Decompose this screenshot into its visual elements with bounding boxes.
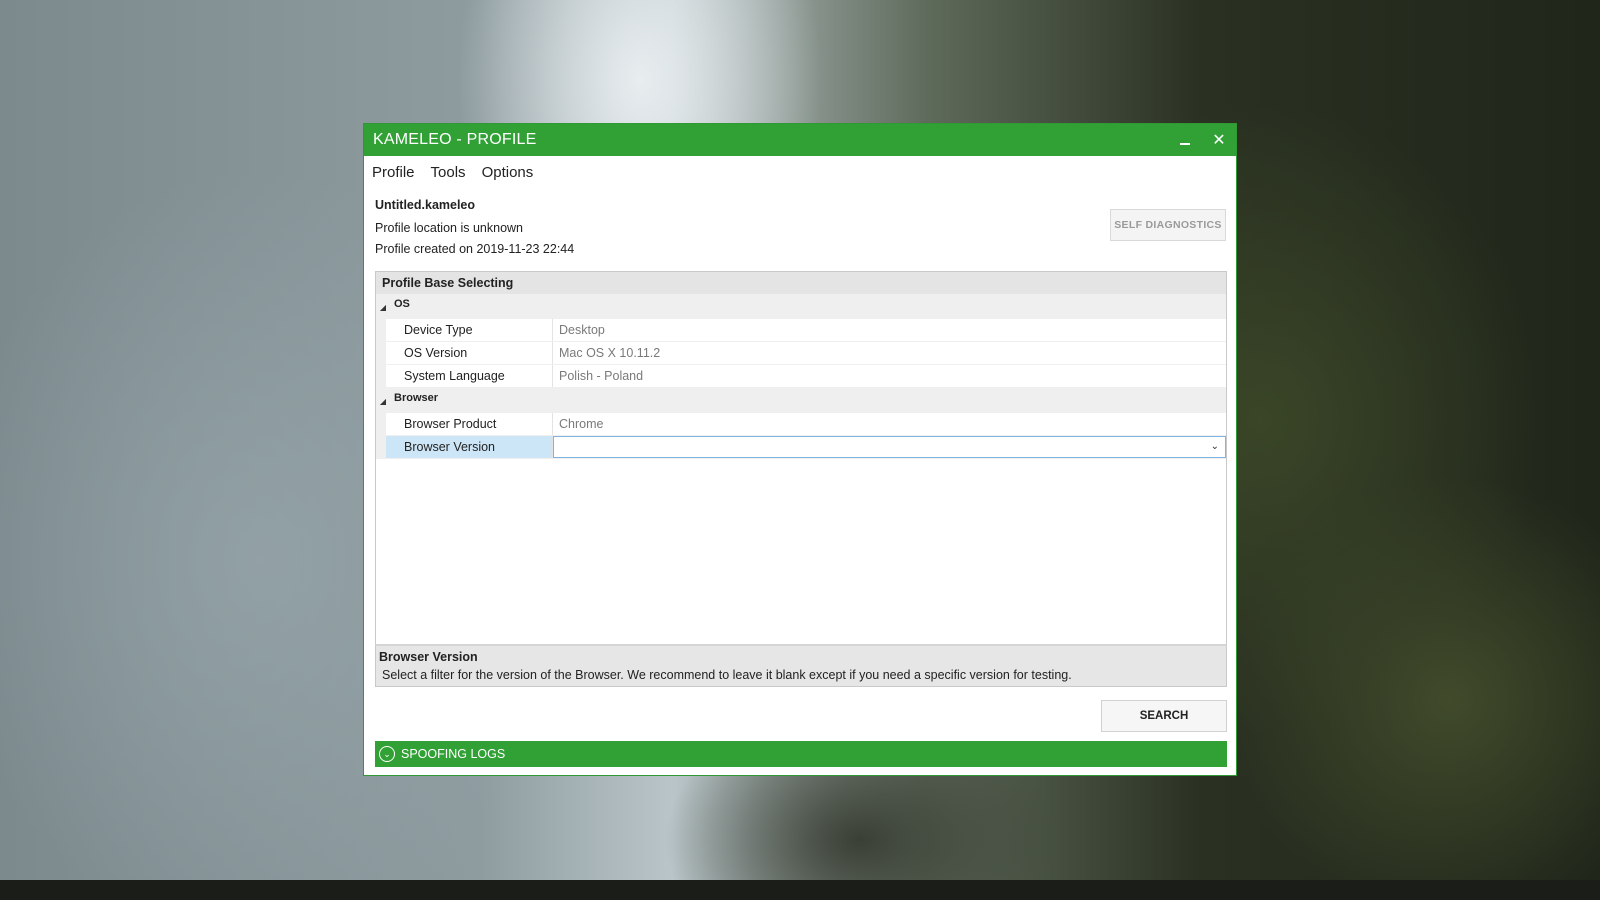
chevron-down-icon[interactable]: ⌄ bbox=[1211, 436, 1219, 458]
taskbar bbox=[0, 880, 1600, 900]
title-bar[interactable]: KAMELEO - PROFILE ✕ bbox=[364, 124, 1236, 156]
collapse-triangle-icon[interactable]: ◢ bbox=[376, 388, 390, 406]
property-key: OS Version bbox=[386, 342, 553, 364]
profile-base-panel: Profile Base Selecting ◢ OS Device Type … bbox=[375, 271, 1227, 687]
menu-tools[interactable]: Tools bbox=[431, 164, 466, 181]
menu-bar: Profile Tools Options bbox=[364, 156, 1236, 188]
group-browser[interactable]: ◢ Browser bbox=[376, 388, 1226, 413]
group-os[interactable]: ◢ OS bbox=[376, 294, 1226, 319]
menu-options[interactable]: Options bbox=[482, 164, 534, 181]
search-button[interactable]: SEARCH bbox=[1101, 700, 1227, 732]
minimize-button[interactable] bbox=[1168, 124, 1202, 156]
close-icon: ✕ bbox=[1212, 132, 1226, 149]
description-box: Browser Version Select a filter for the … bbox=[375, 644, 1227, 687]
property-value[interactable]: Chrome bbox=[553, 413, 1226, 435]
minimize-icon bbox=[1180, 143, 1190, 145]
property-value[interactable]: Mac OS X 10.11.2 bbox=[553, 342, 1226, 364]
profile-window: KAMELEO - PROFILE ✕ Profile Tools Option… bbox=[363, 123, 1237, 776]
description-title: Browser Version bbox=[379, 650, 478, 664]
property-row-os-version[interactable]: OS Version Mac OS X 10.11.2 bbox=[376, 342, 1226, 365]
property-row-system-language[interactable]: System Language Polish - Poland bbox=[376, 365, 1226, 388]
property-key: Browser Product bbox=[386, 413, 553, 435]
circle-chevron-down-icon[interactable]: ⌄ bbox=[379, 746, 395, 762]
property-key: Device Type bbox=[386, 319, 553, 341]
close-button[interactable]: ✕ bbox=[1202, 124, 1236, 156]
property-key: Browser Version bbox=[386, 436, 553, 458]
browser-version-dropdown[interactable]: ⌄ bbox=[553, 436, 1226, 458]
profile-location: Profile location is unknown bbox=[375, 221, 523, 235]
spoofing-logs-label: SPOOFING LOGS bbox=[401, 747, 506, 761]
window-title: KAMELEO - PROFILE bbox=[373, 131, 537, 148]
property-row-browser-product[interactable]: Browser Product Chrome bbox=[376, 413, 1226, 436]
property-key: System Language bbox=[386, 365, 553, 387]
property-row-device-type[interactable]: Device Type Desktop bbox=[376, 319, 1226, 342]
property-row-browser-version[interactable]: Browser Version ⌄ bbox=[376, 436, 1226, 459]
group-label: OS bbox=[394, 298, 410, 310]
menu-profile[interactable]: Profile bbox=[372, 164, 415, 181]
profile-filename: Untitled.kameleo bbox=[375, 198, 476, 212]
property-value[interactable]: Polish - Poland bbox=[553, 365, 1226, 387]
collapse-triangle-icon[interactable]: ◢ bbox=[376, 294, 390, 312]
group-label: Browser bbox=[394, 392, 439, 404]
property-value[interactable]: Desktop bbox=[553, 319, 1226, 341]
profile-header: Untitled.kameleo Profile location is unk… bbox=[364, 188, 1236, 264]
spoofing-logs-bar[interactable]: ⌄ SPOOFING LOGS bbox=[375, 741, 1227, 767]
profile-created: Profile created on 2019-11-23 22:44 bbox=[375, 242, 575, 256]
description-text: Select a filter for the version of the B… bbox=[382, 668, 1072, 682]
self-diagnostics-button[interactable]: SELF DIAGNOSTICS bbox=[1110, 209, 1226, 241]
panel-title: Profile Base Selecting bbox=[376, 272, 1226, 294]
